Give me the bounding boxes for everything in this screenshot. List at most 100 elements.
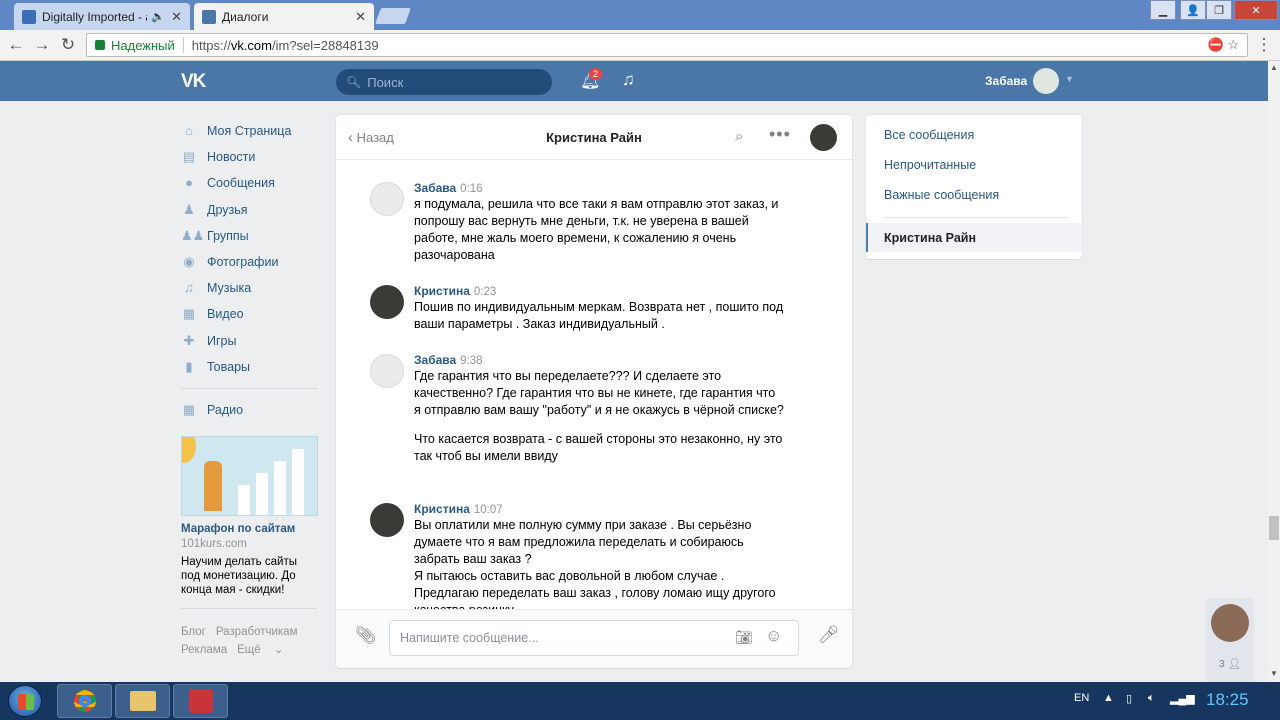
message-avatar[interactable] bbox=[370, 285, 404, 319]
message-avatar[interactable] bbox=[370, 354, 404, 388]
chat-header: ‹ Назад Кристина Райн ⌕ ••• bbox=[336, 115, 852, 160]
close-window-button[interactable]: ✕ bbox=[1234, 0, 1278, 20]
filter-unread[interactable]: Непрочитанные bbox=[884, 158, 976, 172]
reload-icon[interactable]: ↻ bbox=[58, 35, 78, 55]
di-favicon-icon bbox=[22, 9, 36, 24]
clock[interactable]: 18:25 bbox=[1206, 690, 1249, 710]
active-dialog-item[interactable]: Кристина Райн bbox=[866, 223, 1082, 252]
message-avatar[interactable] bbox=[370, 182, 404, 216]
chat-search-icon[interactable]: ⌕ bbox=[735, 128, 743, 145]
menu-item-games[interactable]: ✚ Игры bbox=[181, 328, 321, 354]
panel-divider bbox=[884, 217, 1068, 218]
menu-item-news[interactable]: ▤ Новости bbox=[181, 144, 321, 170]
back-arrow-icon[interactable]: ← bbox=[6, 35, 26, 55]
menu-label: Радио bbox=[207, 402, 244, 417]
browser-tab-digitally-imported[interactable]: Digitally Imported - a 🔈 ✕ bbox=[14, 3, 190, 30]
ad-image[interactable] bbox=[181, 436, 318, 516]
menu-label: Музыка bbox=[207, 281, 252, 296]
username[interactable]: Забава bbox=[985, 74, 1027, 88]
menu-item-my-page[interactable]: ⌂ Моя Страница bbox=[181, 118, 321, 144]
taskbar-app[interactable] bbox=[173, 684, 228, 718]
dialog-filters-panel: Все сообщения Непрочитанные Важные сообщ… bbox=[866, 115, 1082, 259]
restore-button[interactable]: ❐ bbox=[1206, 0, 1232, 20]
taskbar-chrome[interactable] bbox=[57, 684, 112, 718]
widget-avatar[interactable] bbox=[1211, 604, 1249, 642]
chat-widget[interactable]: 3 👤︎ bbox=[1206, 598, 1254, 682]
sun-shape bbox=[182, 437, 196, 463]
address-bar[interactable]: Надежный https://vk.com/im?sel=28848139 … bbox=[86, 33, 1248, 57]
chat-icon: ● bbox=[185, 175, 193, 191]
message-author[interactable]: Забава bbox=[414, 181, 456, 195]
smile-icon[interactable]: ☺ bbox=[765, 626, 782, 646]
volume-icon[interactable]: 🔈︎ bbox=[1148, 692, 1155, 705]
browser-tab-dialogs[interactable]: Диалоги ✕ bbox=[194, 3, 374, 30]
chat-panel: ‹ Назад Кристина Райн ⌕ ••• Забава 0:16 я… bbox=[336, 115, 852, 668]
user-avatar[interactable] bbox=[1033, 68, 1059, 94]
scroll-down-arrow-icon[interactable]: ▼ bbox=[1270, 669, 1278, 678]
forward-arrow-icon[interactable]: → bbox=[32, 35, 52, 55]
message-avatar[interactable] bbox=[370, 503, 404, 537]
menu-item-groups[interactable]: ♟♟ Группы bbox=[181, 223, 321, 249]
taskbar-explorer[interactable] bbox=[115, 684, 170, 718]
ad-text[interactable]: Научим делать сайты под монетизацию. До … bbox=[181, 555, 318, 597]
close-tab-icon[interactable]: ✕ bbox=[171, 9, 182, 25]
camera-icon[interactable]: 📷︎ bbox=[735, 629, 753, 646]
page-scrollbar[interactable]: ▲ ▼ bbox=[1268, 61, 1280, 682]
menu-item-video[interactable]: ▦ Видео bbox=[181, 301, 321, 327]
menu-item-messages[interactable]: ● Сообщения bbox=[181, 170, 321, 196]
search-input[interactable]: 🔍︎ Поиск bbox=[336, 69, 552, 95]
browser-menu-icon[interactable]: ⋮ bbox=[1254, 35, 1274, 55]
bookmark-star-icon[interactable]: ☆ bbox=[1227, 37, 1239, 52]
folder-icon bbox=[129, 691, 156, 711]
menu-item-radio[interactable]: ▦ Радио bbox=[181, 397, 321, 423]
minimize-button[interactable]: ▁ bbox=[1150, 0, 1176, 20]
menu-item-music[interactable]: ♫ Музыка bbox=[181, 275, 321, 301]
notification-count-badge: 2 bbox=[589, 68, 603, 80]
close-tab-icon[interactable]: ✕ bbox=[355, 9, 366, 25]
news-icon: ▤ bbox=[182, 149, 196, 165]
menu-label: Сообщения bbox=[207, 176, 275, 191]
chevron-down-icon[interactable]: ▼ bbox=[1065, 74, 1074, 84]
blocked-popup-icon[interactable]: ⛔ bbox=[1208, 37, 1224, 52]
scrollbar-thumb[interactable] bbox=[1269, 516, 1279, 540]
speaker-icon[interactable]: 🔈 bbox=[151, 10, 165, 23]
person-icon: ♟ bbox=[183, 201, 195, 217]
ad-block[interactable]: Марафон по сайтам 101kurs.com Научим дел… bbox=[181, 436, 318, 597]
group-icon: ♟♟ bbox=[181, 227, 205, 243]
message-author[interactable]: Забава bbox=[414, 353, 456, 367]
new-tab-button[interactable] bbox=[375, 8, 411, 24]
network-icon[interactable]: ▂▄▆ bbox=[1170, 692, 1195, 705]
language-indicator[interactable]: EN bbox=[1074, 692, 1089, 704]
footer-divider bbox=[181, 608, 317, 609]
ad-title[interactable]: Марафон по сайтам bbox=[181, 523, 318, 535]
music-note-icon[interactable]: ♫ bbox=[622, 70, 635, 90]
video-icon: ▦ bbox=[182, 306, 196, 322]
footer-link-blog[interactable]: Блог bbox=[181, 626, 206, 638]
message-author[interactable]: Кристина bbox=[414, 502, 470, 516]
vk-logo[interactable]: VK bbox=[181, 71, 206, 93]
more-dots-icon[interactable]: ••• bbox=[769, 124, 791, 145]
message-author[interactable]: Кристина bbox=[414, 284, 470, 298]
footer-link-developers[interactable]: Разработчикам bbox=[216, 626, 298, 638]
footer-link-ads[interactable]: Реклама bbox=[181, 644, 227, 656]
gamepad-icon: ✚ bbox=[183, 332, 195, 348]
paperclip-icon[interactable]: 📎︎ bbox=[355, 626, 377, 646]
ad-site[interactable]: 101kurs.com bbox=[181, 538, 318, 550]
menu-item-friends[interactable]: ♟ Друзья bbox=[181, 197, 321, 223]
chat-partner-avatar[interactable] bbox=[810, 124, 837, 151]
battery-icon[interactable]: ▯ bbox=[1126, 692, 1132, 705]
menu-item-photos[interactable]: ◉ Фотографии bbox=[181, 249, 321, 275]
filter-all-messages[interactable]: Все сообщения bbox=[884, 128, 974, 142]
start-button[interactable] bbox=[8, 685, 42, 717]
chart-bar-shape bbox=[292, 449, 304, 515]
footer-link-more[interactable]: Ещё ⌄ bbox=[237, 644, 283, 656]
microphone-icon[interactable]: 🎤︎ bbox=[818, 625, 840, 645]
message-list[interactable]: Забава 0:16 я подумала, решила что все та… bbox=[336, 161, 852, 609]
camera-icon: ◉ bbox=[183, 254, 195, 270]
tray-expand-icon[interactable]: ▲ bbox=[1103, 692, 1114, 704]
menu-item-goods[interactable]: ▮ Товары bbox=[181, 354, 321, 380]
user-button[interactable]: 👤 bbox=[1180, 0, 1206, 20]
man-illustration bbox=[204, 461, 222, 511]
filter-important[interactable]: Важные сообщения bbox=[884, 188, 999, 202]
scroll-up-arrow-icon[interactable]: ▲ bbox=[1270, 63, 1278, 72]
